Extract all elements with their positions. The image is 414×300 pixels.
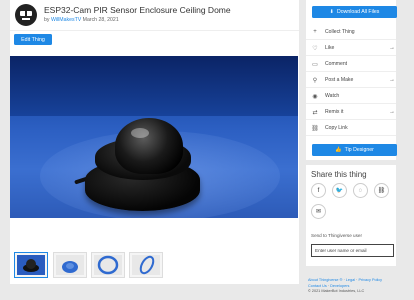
thing-title: ESP32-Cam PIR Sensor Enclosure Ceiling D…	[44, 5, 231, 15]
tip-label: Tip Designer	[344, 147, 374, 153]
thumbnail-strip	[10, 252, 299, 280]
arrow-right-icon: →	[389, 77, 395, 83]
action-label: Copy Link	[325, 125, 348, 131]
action-like[interactable]: ♡ Like →	[306, 40, 396, 56]
comment-icon: ▭	[312, 61, 318, 68]
thumbs-up-icon: 👍	[335, 147, 342, 153]
send-to-user-label: Send to Thingiverse user	[311, 233, 362, 238]
thing-hero-image[interactable]	[10, 56, 298, 218]
copyright: © 2021 MakerBot Industries, LLC	[308, 289, 365, 293]
download-icon: ⬇	[329, 9, 334, 15]
send-to-user-input[interactable]	[311, 244, 394, 257]
action-watch[interactable]: ◉ Watch	[306, 88, 396, 104]
email-icon[interactable]: ✉	[311, 204, 326, 219]
action-copy-link[interactable]: ⛓ Copy Link	[306, 120, 396, 136]
legal-link[interactable]: Legal	[346, 278, 355, 282]
privacy-link[interactable]: Privacy Policy	[358, 278, 382, 282]
action-label: Post a Make	[325, 77, 354, 83]
developers-link[interactable]: Developers	[330, 284, 349, 288]
make-icon: ⚲	[312, 77, 318, 84]
twitter-icon[interactable]: 🐦	[332, 183, 347, 198]
thumbnail-4[interactable]	[129, 252, 163, 278]
plus-icon: +	[313, 29, 317, 35]
download-label: Download All Files	[336, 9, 380, 15]
thing-actions-sidebar: ⬇ Download All Files + Collect Thing ♡ L…	[306, 0, 397, 160]
creator-avatar[interactable]	[15, 4, 37, 26]
arrow-right-icon: →	[389, 45, 395, 51]
remix-icon: ⇄	[312, 109, 318, 116]
tip-designer-button[interactable]: 👍 Tip Designer	[312, 144, 397, 156]
action-label: Collect Thing	[325, 29, 355, 35]
thing-main-panel: ESP32-Cam PIR Sensor Enclosure Ceiling D…	[10, 0, 299, 284]
byline-prefix: by	[44, 17, 50, 23]
link-icon: ⛓	[311, 125, 319, 132]
thumbnail-3[interactable]	[91, 252, 125, 278]
arrow-right-icon: →	[389, 109, 395, 115]
thumbnail-1[interactable]	[14, 252, 48, 278]
share-panel: Share this thing f 🐦 ◌ ⛓ ✉ Send to Thing…	[306, 165, 396, 266]
action-label: Remix it	[325, 109, 344, 115]
facebook-icon[interactable]: f	[311, 183, 326, 198]
edit-thing-button[interactable]: Edit Thing	[14, 34, 52, 45]
heart-icon: ♡	[312, 45, 318, 52]
thing-byline: by WillMakesTV March 28, 2021	[44, 17, 119, 23]
action-label: Like	[325, 45, 335, 51]
action-collect-thing[interactable]: + Collect Thing	[306, 24, 396, 40]
about-link[interactable]: About Thingiverse ®	[308, 278, 342, 282]
share-title: Share this thing	[311, 170, 367, 179]
action-post-a-make[interactable]: ⚲ Post a Make →	[306, 72, 396, 88]
thumbnail-2[interactable]	[53, 252, 87, 278]
whatsapp-icon[interactable]: ◌	[353, 183, 368, 198]
action-label: Watch	[325, 93, 340, 99]
action-remix-it[interactable]: ⇄ Remix it →	[306, 104, 396, 120]
action-comment[interactable]: ▭ Comment	[306, 56, 396, 72]
thing-header: ESP32-Cam PIR Sensor Enclosure Ceiling D…	[10, 0, 299, 30]
header-divider	[10, 30, 299, 31]
eye-icon: ◉	[312, 93, 318, 100]
site-footer: About Thingiverse ® · Legal · Privacy Po…	[308, 278, 398, 295]
download-all-files-button[interactable]: ⬇ Download All Files	[312, 6, 397, 18]
contact-link[interactable]: Contact Us	[308, 284, 327, 288]
action-label: Comment	[325, 61, 348, 67]
link-icon[interactable]: ⛓	[374, 183, 389, 198]
publish-date: March 28, 2021	[82, 17, 119, 23]
author-link[interactable]: WillMakesTV	[51, 17, 81, 23]
